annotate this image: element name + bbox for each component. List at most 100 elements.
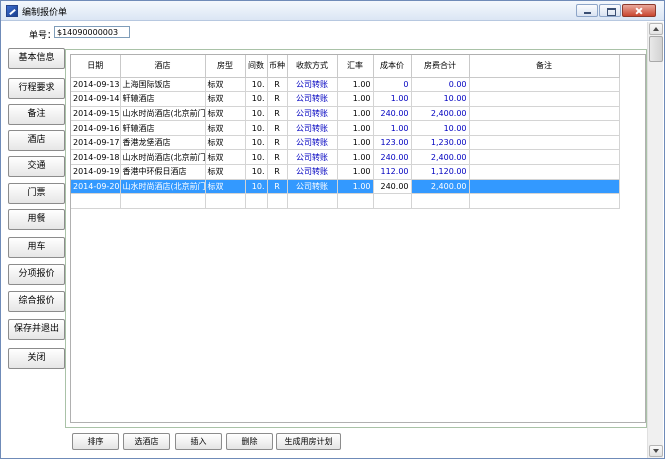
- sidebar-item-remarks[interactable]: 备注: [8, 104, 65, 125]
- column-header[interactable]: 币种: [267, 55, 288, 78]
- table-cell[interactable]: 1.00: [373, 91, 412, 107]
- table-cell[interactable]: 山水时尚酒店(北京前门店): [120, 106, 206, 122]
- table-cell[interactable]: 112.00: [373, 164, 412, 180]
- table-cell[interactable]: 240.00: [373, 179, 412, 195]
- order-number-input[interactable]: [54, 26, 130, 38]
- table-cell[interactable]: 1.00: [337, 91, 374, 107]
- table-cell[interactable]: R: [267, 135, 288, 151]
- table-cell[interactable]: [469, 149, 620, 166]
- table-cell[interactable]: 公司转账: [287, 164, 338, 180]
- column-header[interactable]: 成本价: [373, 55, 412, 78]
- table-row-empty[interactable]: [71, 193, 620, 209]
- scroll-thumb[interactable]: [649, 36, 663, 62]
- table-row[interactable]: 2014-09-16 轩辕酒店 标双 10. R 公司转账 1.00 1.00 10.00: [71, 120, 620, 136]
- table-cell[interactable]: 10.00: [411, 120, 470, 136]
- table-cell[interactable]: 1.00: [337, 77, 374, 93]
- table-cell[interactable]: 0.00: [411, 77, 470, 93]
- table-cell[interactable]: 公司转账: [287, 179, 338, 195]
- table-cell[interactable]: 公司转账: [287, 91, 338, 107]
- table-cell[interactable]: [469, 179, 620, 195]
- table-cell[interactable]: 山水时尚酒店(北京前门店): [120, 179, 206, 195]
- table-cell[interactable]: [205, 193, 246, 209]
- column-header[interactable]: 日期: [71, 55, 121, 78]
- sidebar-item-hotel[interactable]: 酒店: [8, 130, 65, 151]
- table-cell[interactable]: 1.00: [337, 164, 374, 180]
- table-cell[interactable]: 2014-09-16: [71, 120, 121, 136]
- scroll-up-icon[interactable]: [649, 23, 663, 35]
- table-cell[interactable]: [287, 193, 338, 209]
- sidebar-item-itemized-quote[interactable]: 分项报价: [8, 264, 65, 285]
- table-cell[interactable]: 标双: [205, 135, 246, 151]
- table-cell[interactable]: R: [267, 149, 288, 166]
- column-header[interactable]: 酒店: [120, 55, 206, 78]
- table-cell[interactable]: [469, 106, 620, 122]
- table-cell[interactable]: 1.00: [337, 106, 374, 122]
- table-cell[interactable]: 香港龙堡酒店: [120, 135, 206, 151]
- table-cell[interactable]: 轩辕酒店: [120, 91, 206, 107]
- table-cell[interactable]: [469, 164, 620, 180]
- sidebar-item-transport[interactable]: 交通: [8, 156, 65, 177]
- table-cell[interactable]: 1,230.00: [411, 135, 470, 151]
- table-cell[interactable]: R: [267, 164, 288, 180]
- table-cell[interactable]: R: [267, 179, 288, 195]
- table-cell[interactable]: 2,400.00: [411, 179, 470, 195]
- table-cell[interactable]: 10.: [245, 179, 268, 195]
- table-cell[interactable]: 2014-09-14: [71, 91, 121, 107]
- table-cell[interactable]: 标双: [205, 120, 246, 136]
- table-cell[interactable]: 标双: [205, 77, 246, 93]
- table-cell[interactable]: [71, 193, 121, 209]
- generate-room-plan-button[interactable]: 生成用房计划: [276, 433, 341, 450]
- table-cell[interactable]: [373, 193, 412, 209]
- table-cell[interactable]: 公司转账: [287, 106, 338, 122]
- sidebar-item-itinerary[interactable]: 行程要求: [8, 78, 65, 99]
- table-cell[interactable]: 公司转账: [287, 120, 338, 136]
- save-and-exit-button[interactable]: 保存并退出: [8, 319, 65, 340]
- close-icon[interactable]: [622, 4, 656, 17]
- table-row[interactable]: 2014-09-18山水时尚酒店(北京前门店)标双10.R公司转账1.00240…: [71, 149, 620, 166]
- column-header[interactable]: 间数: [245, 55, 268, 78]
- table-cell[interactable]: R: [267, 120, 288, 136]
- table-cell[interactable]: 2014-09-20: [71, 179, 121, 195]
- table-cell[interactable]: R: [267, 106, 288, 122]
- table-cell[interactable]: 2014-09-18: [71, 149, 121, 166]
- table-cell[interactable]: R: [267, 91, 288, 107]
- table-cell[interactable]: [337, 193, 374, 209]
- table-cell[interactable]: 10.: [245, 120, 268, 136]
- table-cell[interactable]: 香港中环假日酒店: [120, 164, 206, 180]
- table-cell[interactable]: 标双: [205, 149, 246, 166]
- table-cell[interactable]: 10.00: [411, 91, 470, 107]
- table-cell[interactable]: 公司转账: [287, 77, 338, 93]
- table-row[interactable]: 2014-09-19 香港中环假日酒店 标双 10. R 公司转账 1.00 112.00 1,…: [71, 164, 620, 180]
- select-hotel-button[interactable]: 选酒店: [123, 433, 170, 450]
- sidebar-item-tickets[interactable]: 门票: [8, 183, 65, 204]
- delete-button[interactable]: 删除: [226, 433, 273, 450]
- table-cell[interactable]: [245, 193, 268, 209]
- table-cell[interactable]: 公司转账: [287, 149, 338, 166]
- minimize-icon[interactable]: [576, 4, 598, 17]
- table-row[interactable]: 2014-09-17 香港龙堡酒店 标双 10. R 公司转账 1.00 123.00 1,23…: [71, 135, 620, 151]
- sidebar-item-vehicle[interactable]: 用车: [8, 237, 65, 258]
- table-cell[interactable]: 1,120.00: [411, 164, 470, 180]
- sort-button[interactable]: 排序: [72, 433, 119, 450]
- table-row[interactable]: 2014-09-13 上海国际饭店 标双 10. R 公司转账 1.00 0 0.00: [71, 77, 620, 93]
- column-header[interactable]: 房费合计: [411, 55, 470, 78]
- table-cell[interactable]: 1.00: [337, 120, 374, 136]
- sidebar-item-basic-info[interactable]: 基本信息: [8, 48, 65, 69]
- table-cell[interactable]: 1.00: [373, 120, 412, 136]
- table-cell[interactable]: 1.00: [337, 149, 374, 166]
- table-cell[interactable]: 10.: [245, 106, 268, 122]
- table-cell[interactable]: [469, 135, 620, 151]
- table-cell[interactable]: 2,400.00: [411, 106, 470, 122]
- window-scrollbar[interactable]: [647, 22, 663, 458]
- table-cell[interactable]: 2014-09-15: [71, 106, 121, 122]
- table-cell[interactable]: 10.: [245, 135, 268, 151]
- sidebar-item-meals[interactable]: 用餐: [8, 209, 65, 230]
- table-cell[interactable]: 10.: [245, 149, 268, 166]
- table-cell[interactable]: 2,400.00: [411, 149, 470, 166]
- table-cell[interactable]: 10.: [245, 91, 268, 107]
- table-cell[interactable]: 标双: [205, 179, 246, 195]
- table-cell[interactable]: [120, 193, 206, 209]
- table-cell[interactable]: 2014-09-13: [71, 77, 121, 93]
- table-row[interactable]: 2014-09-14 轩辕酒店 标双 10. R 公司转账 1.00 1.00 10.00: [71, 91, 620, 107]
- table-cell[interactable]: 240.00: [373, 149, 412, 166]
